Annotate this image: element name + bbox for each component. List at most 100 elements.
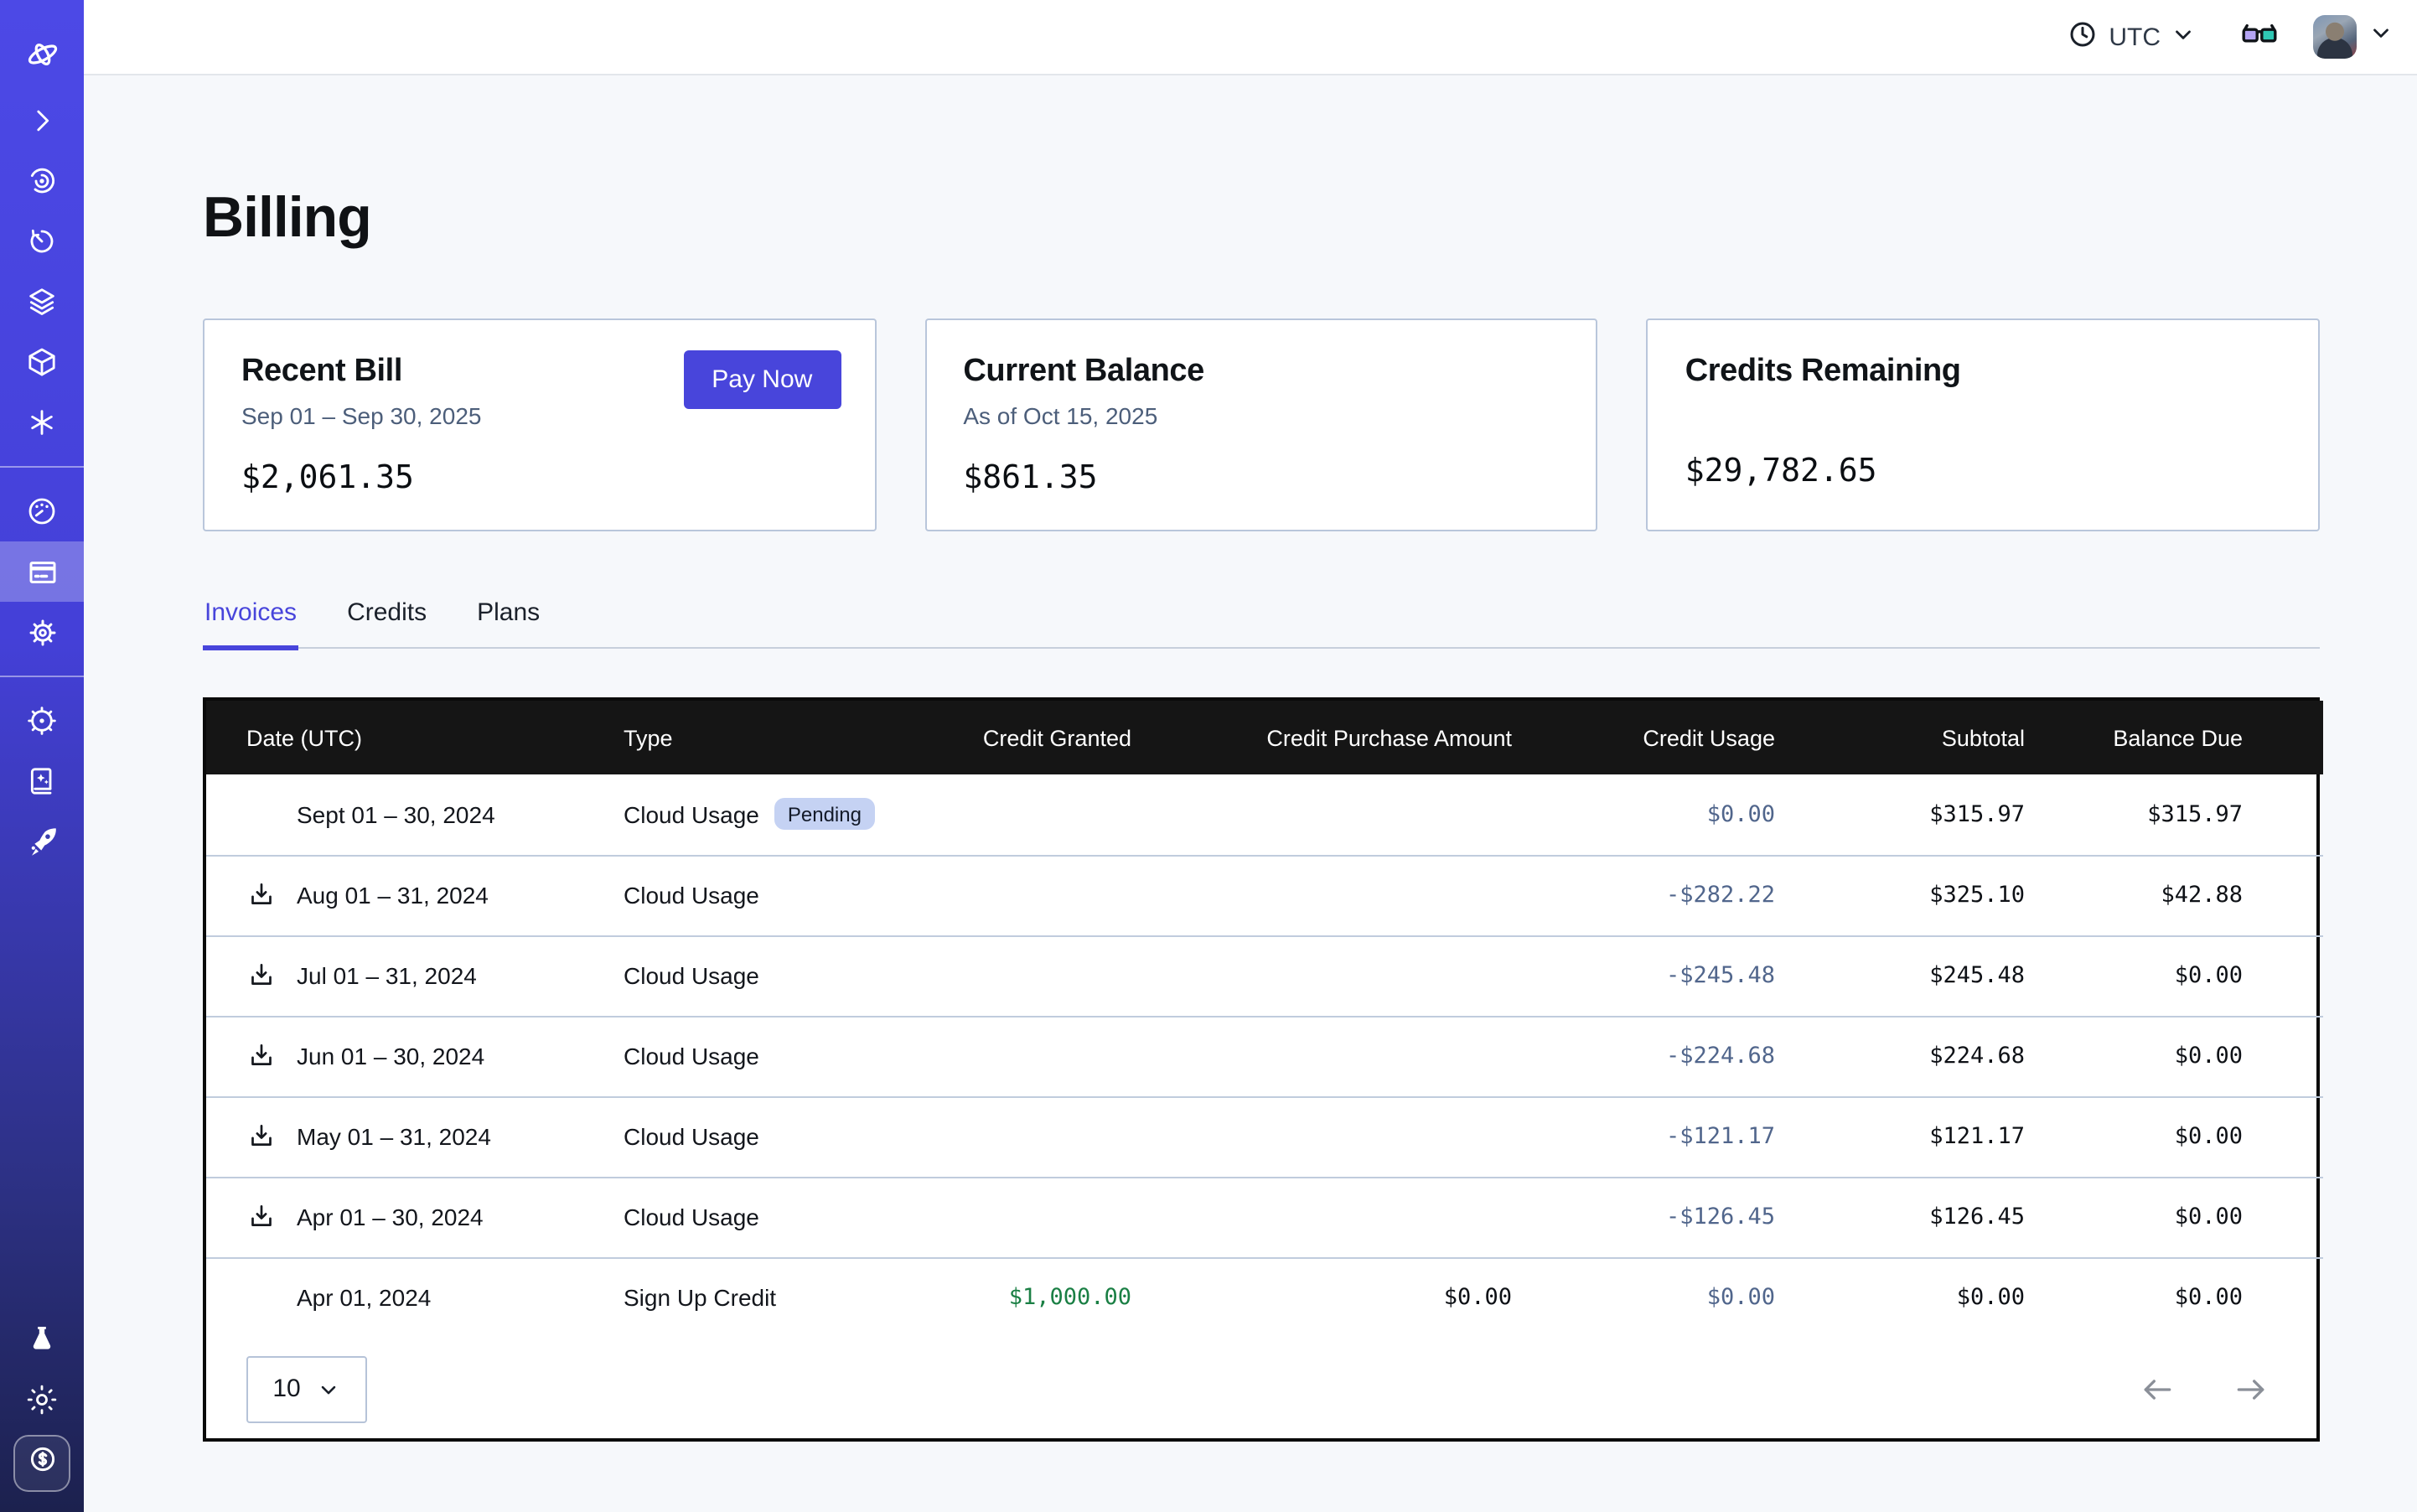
- download-icon: [246, 1202, 277, 1232]
- sidebar-item-gauge[interactable]: [0, 481, 84, 541]
- sidebar-divider: [0, 466, 84, 468]
- credit-usage-value: -$121.17: [1512, 1096, 1775, 1177]
- invoice-date: Sept 01 – 30, 2024: [297, 801, 495, 828]
- card-title: Current Balance: [963, 354, 1559, 391]
- table-row: Sept 01 – 30, 2024Cloud UsagePending$0.0…: [206, 774, 2323, 855]
- clock-icon: [2067, 18, 2099, 56]
- subtotal-value: $325.10: [1775, 855, 2025, 935]
- previous-page-button[interactable]: [2139, 1370, 2176, 1407]
- next-page-button[interactable]: [2233, 1370, 2269, 1407]
- column-header: Type: [624, 701, 925, 774]
- chevron-down-icon: [2171, 21, 2196, 53]
- chevron-down-icon[interactable]: [2368, 20, 2394, 54]
- credit-usage-value: -$245.48: [1512, 935, 1775, 1016]
- sidebar-item-spiral[interactable]: [0, 151, 84, 211]
- invoice-date: Jul 01 – 31, 2024: [297, 962, 477, 989]
- subtotal-value: $245.48: [1775, 935, 2025, 1016]
- subtotal-value: $224.68: [1775, 1016, 2025, 1096]
- card-subtitle: As of Oct 15, 2025: [963, 402, 1559, 429]
- current-balance-card: Current Balance As of Oct 15, 2025 $861.…: [924, 318, 1597, 531]
- credit-granted-value: [925, 774, 1131, 855]
- tab-plans[interactable]: Plans: [475, 598, 541, 647]
- balance-due-value: $0.00: [2025, 1257, 2323, 1338]
- chevron-down-icon: [318, 1377, 341, 1401]
- credit-granted-value: [925, 1177, 1131, 1257]
- invoice-header-row: Date (UTC)TypeCredit GrantedCredit Purch…: [206, 701, 2323, 774]
- download-invoice-button[interactable]: [246, 1041, 277, 1071]
- download-invoice-button[interactable]: [246, 961, 277, 991]
- column-header: Subtotal: [1775, 701, 2025, 774]
- tab-credits[interactable]: Credits: [345, 598, 428, 647]
- app-window: UTC Billing Recent Bill Sep 01 – Sep 30,…: [0, 0, 2417, 1512]
- credit-granted-value: [925, 1096, 1131, 1177]
- sidebar-item-chevron-right[interactable]: [0, 91, 84, 151]
- download-invoice-button[interactable]: [246, 880, 277, 910]
- table-row: Jun 01 – 30, 2024Cloud Usage-$224.68$224…: [206, 1016, 2323, 1096]
- billing-card-icon: [24, 554, 60, 589]
- page-size-select[interactable]: 10: [246, 1355, 367, 1422]
- orbit-logo-icon: [23, 34, 61, 73]
- arrow-right-icon: [2233, 1370, 2269, 1407]
- balance-due-value: $0.00: [2025, 1177, 2323, 1257]
- invoice-table-body: Sept 01 – 30, 2024 Cloud Usage Pending $0.0…: [206, 774, 2323, 1338]
- flask-icon: [25, 1323, 59, 1356]
- status-badge: Pending: [774, 799, 875, 831]
- sidebar-item-gear[interactable]: [0, 602, 84, 662]
- download-icon: [246, 880, 277, 910]
- dollar-badge-icon: [24, 1442, 60, 1485]
- invoice-type: Cloud Usage: [624, 801, 759, 828]
- tab-invoices[interactable]: Invoices: [203, 598, 298, 647]
- sidebar-item-billing-card[interactable]: [0, 541, 84, 602]
- sidebar-item-sun[interactable]: [0, 1370, 84, 1430]
- credit-purchase-value: [1131, 1096, 1512, 1177]
- tabs: Invoices Credits Plans: [203, 598, 2320, 649]
- sidebar-item-dollar-badge[interactable]: [13, 1435, 70, 1492]
- balance-due-value: $0.00: [2025, 935, 2323, 1016]
- invoice-date: May 01 – 31, 2024: [297, 1123, 491, 1150]
- sidebar-item-flask[interactable]: [0, 1309, 84, 1370]
- sidebar-divider: [0, 676, 84, 677]
- invoice-type: Cloud Usage: [624, 1204, 759, 1230]
- credit-purchase-value: $0.00: [1131, 1257, 1512, 1338]
- page-title: Billing: [203, 186, 2320, 251]
- credit-purchase-value: [1131, 774, 1512, 855]
- download-invoice-button[interactable]: [246, 1202, 277, 1232]
- summary-cards: Recent Bill Sep 01 – Sep 30, 2025 $2,061…: [203, 318, 2320, 531]
- timezone-label: UTC: [2109, 23, 2161, 51]
- credit-usage-value: -$224.68: [1512, 1016, 1775, 1096]
- timer-icon: [25, 225, 59, 258]
- sidebar-item-cube[interactable]: [0, 332, 84, 392]
- credit-purchase-value: [1131, 855, 1512, 935]
- sun-icon: [25, 1383, 59, 1416]
- table-row: Apr 01, 2024Sign Up Credit$1,000.00$0.00…: [206, 1257, 2323, 1338]
- download-icon: [246, 1041, 277, 1071]
- invoice-date: Aug 01 – 31, 2024: [297, 882, 489, 909]
- sidebar-item-timer[interactable]: [0, 211, 84, 272]
- arrow-left-icon: [2139, 1370, 2176, 1407]
- balance-due-value: $42.88: [2025, 855, 2323, 935]
- reader-glasses-icon[interactable]: [2239, 13, 2280, 61]
- credit-usage-value: -$126.45: [1512, 1177, 1775, 1257]
- avatar[interactable]: [2313, 15, 2357, 59]
- book-sparkles-icon: [25, 764, 59, 798]
- balance-due-value: $0.00: [2025, 1096, 2323, 1177]
- sidebar-item-layers[interactable]: [0, 272, 84, 332]
- credit-usage-value: $0.00: [1512, 1257, 1775, 1338]
- subtotal-value: $315.97: [1775, 774, 2025, 855]
- sidebar-logo[interactable]: [0, 27, 84, 80]
- column-header: Date (UTC): [206, 701, 624, 774]
- credit-purchase-value: [1131, 935, 1512, 1016]
- sidebar-item-rocket[interactable]: [0, 811, 84, 872]
- pagination: 10: [206, 1338, 2316, 1438]
- current-balance-amount: $861.35: [963, 459, 1097, 496]
- credit-granted-value: [925, 1016, 1131, 1096]
- pay-now-button[interactable]: Pay Now: [683, 350, 841, 409]
- sidebar-item-helm[interactable]: [0, 691, 84, 751]
- download-invoice-button[interactable]: [246, 1121, 277, 1152]
- sidebar-item-asterisk[interactable]: [0, 392, 84, 453]
- sidebar-item-book-sparkles[interactable]: [0, 751, 84, 811]
- table-row: Jul 01 – 31, 2024Cloud Usage-$245.48$245…: [206, 935, 2323, 1016]
- invoice-type: Cloud Usage: [624, 1043, 759, 1069]
- timezone-selector[interactable]: UTC: [2067, 18, 2196, 56]
- credit-usage-value: -$282.22: [1512, 855, 1775, 935]
